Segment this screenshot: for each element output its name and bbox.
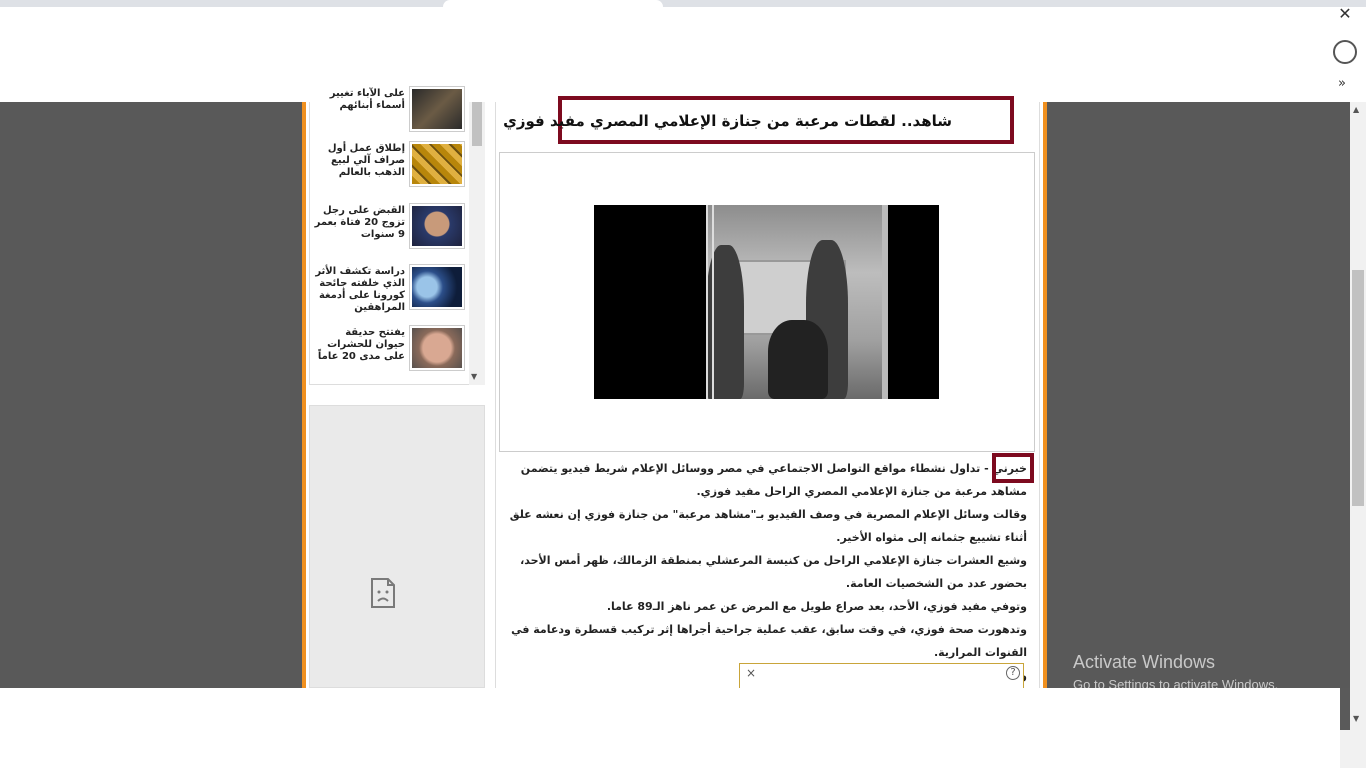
list-item[interactable]: على الآباء تغيير أسماء أبنائهم <box>305 86 465 144</box>
video-divider <box>882 205 888 399</box>
scroll-up-arrow-icon[interactable]: ▲ <box>1353 105 1359 114</box>
sidebar-scrollbar-thumb[interactable] <box>472 102 482 146</box>
gold-bars-thumbnail-icon <box>409 141 465 187</box>
help-icon[interactable]: ? <box>1006 666 1020 680</box>
news-thumbnail-icon <box>409 86 465 132</box>
list-item[interactable]: يفتتح حديقة حيوان للحشرات على مدى 20 عام… <box>305 325 465 383</box>
browser-toolbar <box>0 7 1339 102</box>
old-man-thumbnail-icon <box>409 325 465 371</box>
article-title: شاهد.. لقطات مرعبة من جنازة الإعلامي الم… <box>503 112 952 130</box>
close-icon[interactable]: ✕ <box>1337 5 1353 23</box>
video-thumbnail <box>706 205 888 399</box>
video-divider <box>712 205 714 399</box>
bottom-overlay <box>0 688 1340 768</box>
ad-placeholder <box>309 405 485 688</box>
article-body: خبرني - تداول نشطاء مواقع التواصل الاجتم… <box>505 457 1027 687</box>
article-paragraph: وقالت وسائل الإعلام المصرية في وصف الفيد… <box>509 508 1027 544</box>
activate-windows-title: Activate Windows <box>1073 652 1216 672</box>
man-thumbnail-icon <box>409 203 465 249</box>
article-title-box: شاهد.. لقطات مرعبة من جنازة الإعلامي الم… <box>503 96 1014 144</box>
list-item-label: القبض على رجل تزوج 20 فتاة بعمر 9 سنوات <box>314 205 405 240</box>
article-paragraph: وتدهورت صحة فوزي، في وقت سابق، عقب عملية… <box>511 623 1027 659</box>
article-paragraph: وتوفي مفيد فوزي، الأحد، بعد صراع طويل مع… <box>606 600 1027 613</box>
scrollbar-corner <box>1340 730 1366 768</box>
scroll-down-arrow-icon[interactable]: ▼ <box>1353 714 1359 723</box>
list-item[interactable]: القبض على رجل تزوج 20 فتاة بعمر 9 سنوات <box>305 203 465 261</box>
scroll-down-arrow-icon[interactable]: ▼ <box>471 372 477 381</box>
list-item-label: دراسة تكشف الأثر الذي خلفته جائحة كورونا… <box>315 266 405 313</box>
browser-tab-strip <box>0 0 1366 7</box>
source-highlight-box <box>992 453 1034 483</box>
close-icon[interactable]: × <box>746 666 756 680</box>
video-player[interactable] <box>594 205 939 399</box>
video-divider <box>706 205 708 399</box>
article-paragraph: خبرني - تداول نشطاء مواقع التواصل الاجتم… <box>520 462 1027 498</box>
list-item[interactable]: دراسة تكشف الأثر الذي خلفته جائحة كورونا… <box>305 264 465 322</box>
list-item-label: على الآباء تغيير أسماء أبنائهم <box>329 88 405 111</box>
browser-tab[interactable] <box>443 0 663 7</box>
extension-icon[interactable] <box>1333 40 1357 64</box>
person-shape <box>768 320 828 399</box>
brain-thumbnail-icon <box>409 264 465 310</box>
list-item-label: إطلاق عمل أول صراف آلي لبيع الذهب بالعال… <box>327 143 405 178</box>
embed-ad-box <box>739 663 1024 688</box>
list-item[interactable]: إطلاق عمل أول صراف آلي لبيع الذهب بالعال… <box>305 141 465 199</box>
overflow-chevron-icon[interactable]: » <box>1338 76 1346 91</box>
article-paragraph: وشيع العشرات جنازة الإعلامي الراحل من كن… <box>520 554 1027 590</box>
broken-image-icon <box>371 578 395 608</box>
list-item-label: يفتتح حديقة حيوان للحشرات على مدى 20 عام… <box>317 327 405 362</box>
page-scrollbar-thumb[interactable] <box>1352 270 1364 506</box>
